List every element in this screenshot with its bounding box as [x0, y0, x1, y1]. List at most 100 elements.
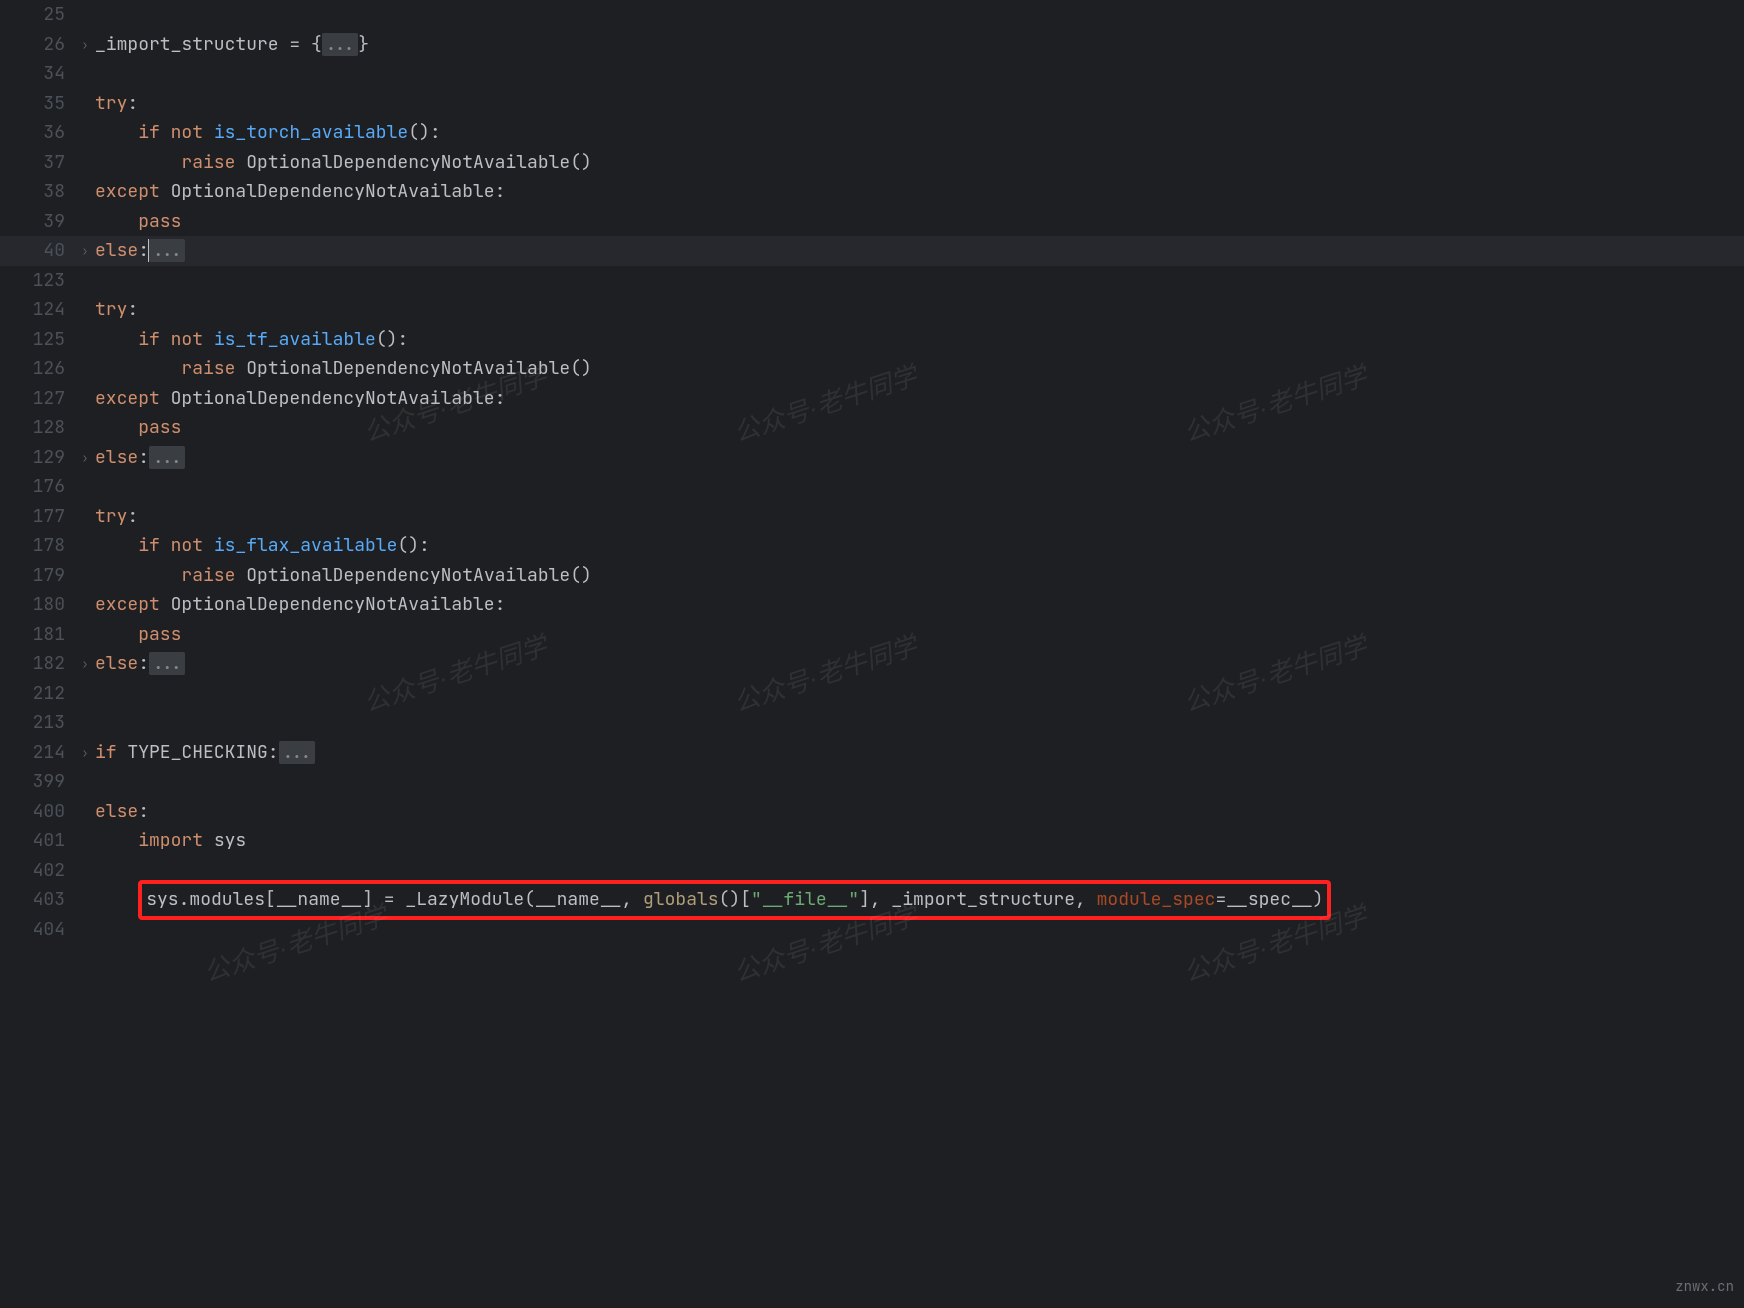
token: OptionalDependencyNotAvailable(): [246, 151, 592, 174]
code-line[interactable]: 177try:: [0, 502, 1744, 532]
token: sys: [214, 829, 246, 852]
token: :: [127, 505, 138, 528]
chevron-right-icon[interactable]: ›: [81, 37, 88, 53]
code-line[interactable]: 213: [0, 708, 1744, 738]
fold-gutter[interactable]: ›: [75, 235, 95, 267]
line-number: 36: [0, 118, 75, 148]
token: pass: [138, 623, 181, 646]
token: =__spec__): [1215, 888, 1323, 911]
token: is_tf_available: [214, 328, 376, 351]
token: ():: [408, 121, 440, 144]
fold-gutter[interactable]: ›: [75, 737, 95, 769]
line-number: 214: [0, 738, 75, 768]
code-content[interactable]: else:...: [95, 649, 1744, 679]
token: raise: [181, 151, 246, 174]
chevron-right-icon[interactable]: ›: [81, 450, 88, 466]
code-content[interactable]: except OptionalDependencyNotAvailable:: [95, 177, 1744, 207]
token: OptionalDependencyNotAvailable:: [171, 180, 506, 203]
code-content[interactable]: try:: [95, 502, 1744, 532]
code-content[interactable]: pass: [95, 620, 1744, 650]
code-line[interactable]: 125 if not is_tf_available():: [0, 325, 1744, 355]
code-editor[interactable]: 2526›_import_structure = {...}3435try:36…: [0, 0, 1744, 944]
fold-gutter[interactable]: ›: [75, 29, 95, 61]
chevron-right-icon[interactable]: ›: [81, 656, 88, 672]
code-line[interactable]: 39 pass: [0, 207, 1744, 237]
code-content[interactable]: except OptionalDependencyNotAvailable:: [95, 384, 1744, 414]
code-line[interactable]: 26›_import_structure = {...}: [0, 30, 1744, 60]
code-line[interactable]: 40 › else:...: [0, 236, 1744, 266]
chevron-right-icon[interactable]: ›: [81, 243, 88, 259]
code-line[interactable]: 212: [0, 679, 1744, 709]
code-content[interactable]: import sys: [95, 826, 1744, 856]
code-line[interactable]: 128 pass: [0, 413, 1744, 443]
token: OptionalDependencyNotAvailable:: [171, 387, 506, 410]
line-number: 127: [0, 384, 75, 414]
code-line[interactable]: 126 raise OptionalDependencyNotAvailable…: [0, 354, 1744, 384]
token: :: [138, 800, 149, 823]
chevron-right-icon[interactable]: ›: [81, 745, 88, 761]
code-content[interactable]: try:: [95, 89, 1744, 119]
code-line[interactable]: 401 import sys: [0, 826, 1744, 856]
code-line[interactable]: 37 raise OptionalDependencyNotAvailable(…: [0, 148, 1744, 178]
code-line[interactable]: 180 except OptionalDependencyNotAvailable…: [0, 590, 1744, 620]
code-line[interactable]: 36 if not is_torch_available():: [0, 118, 1744, 148]
code-content[interactable]: else:...: [95, 443, 1744, 473]
code-line[interactable]: 178 if not is_flax_available():: [0, 531, 1744, 561]
token: ()[: [719, 888, 751, 911]
code-line[interactable]: 123: [0, 266, 1744, 296]
code-line[interactable]: 179 raise OptionalDependencyNotAvailable…: [0, 561, 1744, 591]
code-line[interactable]: 399: [0, 767, 1744, 797]
code-line[interactable]: 214 › if TYPE_CHECKING:...: [0, 738, 1744, 768]
code-content[interactable]: else:...: [95, 236, 1744, 266]
token: OptionalDependencyNotAvailable(): [246, 357, 592, 380]
code-content[interactable]: if not is_tf_available():: [95, 325, 1744, 355]
token: OptionalDependencyNotAvailable:: [171, 593, 506, 616]
code-content[interactable]: pass: [95, 207, 1744, 237]
code-line[interactable]: 25: [0, 0, 1744, 30]
fold-gutter[interactable]: ›: [75, 442, 95, 474]
token: if not: [138, 121, 214, 144]
code-line[interactable]: 129›else:...: [0, 443, 1744, 473]
token: "__file__": [751, 888, 859, 911]
code-line[interactable]: 35 try:: [0, 89, 1744, 119]
token: TYPE_CHECKING:: [127, 741, 278, 764]
code-content[interactable]: else:: [95, 797, 1744, 827]
code-line[interactable]: 181 pass: [0, 620, 1744, 650]
code-line[interactable]: 124try:: [0, 295, 1744, 325]
fold-gutter[interactable]: ›: [75, 648, 95, 680]
code-content[interactable]: _import_structure = {...}: [95, 30, 1744, 60]
line-number: 125: [0, 325, 75, 355]
line-number: 178: [0, 531, 75, 561]
code-content[interactable]: if TYPE_CHECKING:...: [95, 738, 1744, 768]
code-line[interactable]: 38except OptionalDependencyNotAvailable:: [0, 177, 1744, 207]
code-content[interactable]: if not is_flax_available():: [95, 531, 1744, 561]
code-content[interactable]: raise OptionalDependencyNotAvailable(): [95, 148, 1744, 178]
line-number: 213: [0, 708, 75, 738]
line-number: 40: [0, 236, 75, 266]
code-content[interactable]: raise OptionalDependencyNotAvailable(): [95, 354, 1744, 384]
line-number: 126: [0, 354, 75, 384]
code-line[interactable]: 176: [0, 472, 1744, 502]
line-number: 35: [0, 89, 75, 119]
code-line[interactable]: 404: [0, 915, 1744, 945]
line-number: 123: [0, 266, 75, 296]
code-line[interactable]: 34: [0, 59, 1744, 89]
token: ], _import_structure,: [859, 888, 1097, 911]
line-number: 25: [0, 0, 75, 30]
code-content[interactable]: pass: [95, 413, 1744, 443]
token: ...: [149, 446, 185, 469]
code-line[interactable]: 400else:: [0, 797, 1744, 827]
code-line[interactable]: 403 sys.modules[__name__] = _LazyModule(…: [0, 885, 1744, 915]
code-line[interactable]: 182›else:...: [0, 649, 1744, 679]
code-content[interactable]: try:: [95, 295, 1744, 325]
code-content[interactable]: if not is_torch_available():: [95, 118, 1744, 148]
line-number: 180: [0, 590, 75, 620]
line-number: 402: [0, 856, 75, 886]
code-line[interactable]: 127 except OptionalDependencyNotAvailable…: [0, 384, 1744, 414]
token: = {: [289, 33, 321, 56]
line-number: 212: [0, 679, 75, 709]
code-content[interactable]: raise OptionalDependencyNotAvailable(): [95, 561, 1744, 591]
token: is_flax_available: [214, 534, 398, 557]
code-content[interactable]: except OptionalDependencyNotAvailable:: [95, 590, 1744, 620]
token: raise: [181, 357, 246, 380]
